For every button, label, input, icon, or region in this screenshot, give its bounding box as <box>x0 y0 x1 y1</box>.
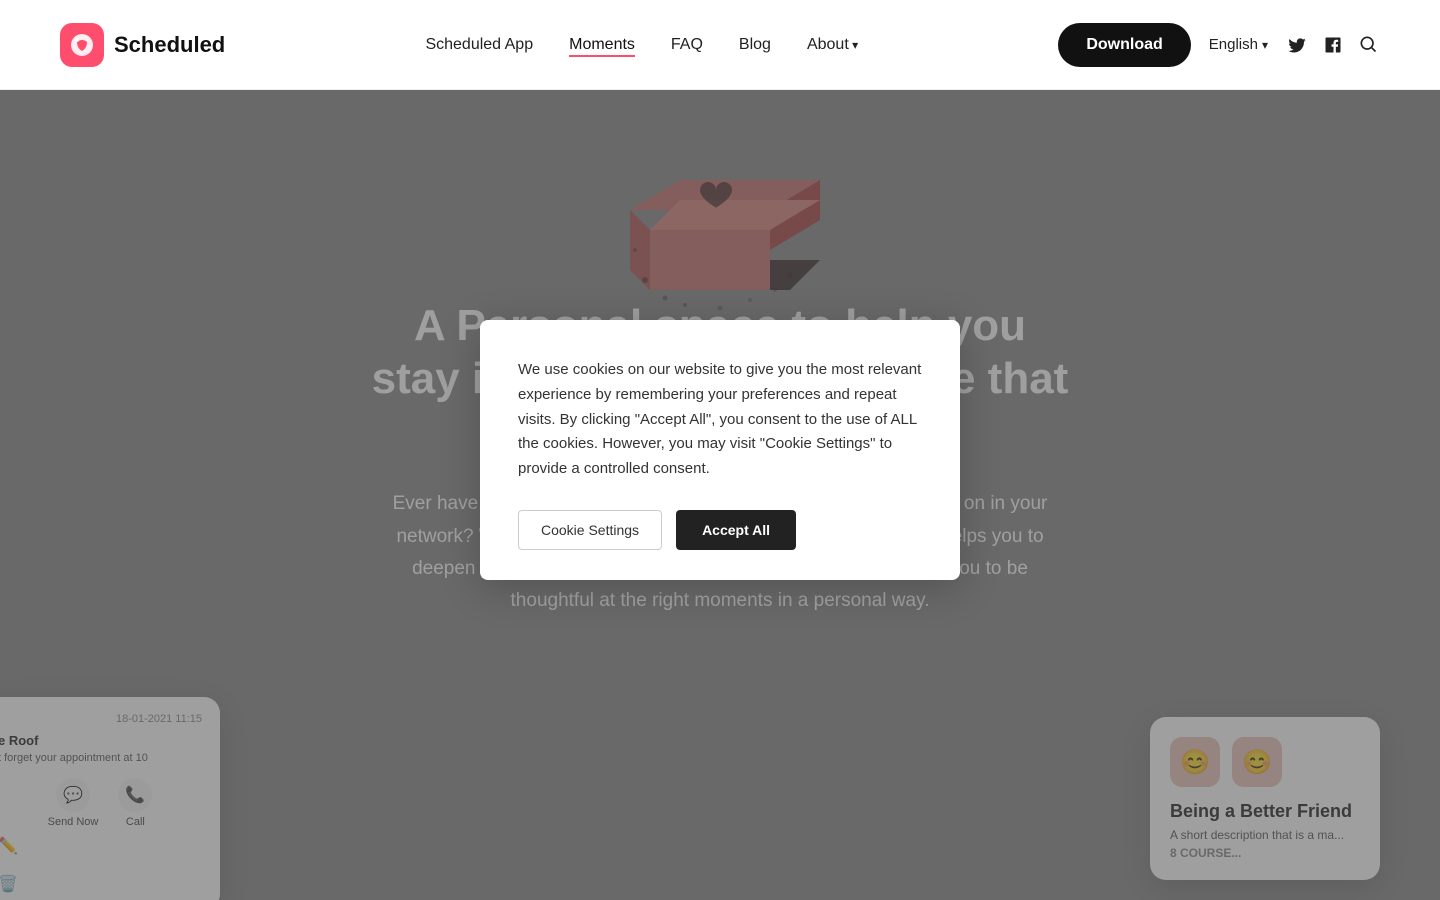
nav-item-blog[interactable]: Blog <box>739 36 771 54</box>
logo-link[interactable]: Scheduled <box>60 23 225 67</box>
logo-svg <box>68 31 96 59</box>
nav-item-faq[interactable]: FAQ <box>671 36 703 54</box>
nav-link-scheduled-app[interactable]: Scheduled App <box>425 36 533 53</box>
twitter-icon[interactable] <box>1286 34 1308 56</box>
social-icons <box>1286 34 1380 56</box>
cookie-modal-text: We use cookies on our website to give yo… <box>518 358 922 482</box>
nav-link-blog[interactable]: Blog <box>739 36 771 53</box>
nav-link-moments[interactable]: Moments <box>569 36 635 57</box>
nav-link-faq[interactable]: FAQ <box>671 36 703 53</box>
cookie-settings-button[interactable]: Cookie Settings <box>518 510 662 550</box>
cookie-modal-actions: Cookie Settings Accept All <box>518 510 922 550</box>
logo-icon <box>60 23 104 67</box>
nav-link-about[interactable]: About <box>807 36 858 53</box>
nav-item-moments[interactable]: Moments <box>569 36 635 54</box>
nav-item-about[interactable]: About <box>807 36 858 54</box>
logo-text: Scheduled <box>114 32 225 58</box>
download-button[interactable]: Download <box>1058 23 1190 67</box>
accept-all-button[interactable]: Accept All <box>676 510 796 550</box>
nav-links: Scheduled App Moments FAQ Blog About <box>425 36 858 54</box>
nav-item-scheduled-app[interactable]: Scheduled App <box>425 36 533 54</box>
navigation: Scheduled Scheduled App Moments FAQ Blog… <box>0 0 1440 90</box>
language-selector[interactable]: English <box>1209 36 1268 53</box>
cookie-consent-modal: We use cookies on our website to give yo… <box>480 320 960 580</box>
search-icon[interactable] <box>1358 34 1380 56</box>
nav-right: Download English <box>1058 23 1380 67</box>
facebook-icon[interactable] <box>1322 34 1344 56</box>
